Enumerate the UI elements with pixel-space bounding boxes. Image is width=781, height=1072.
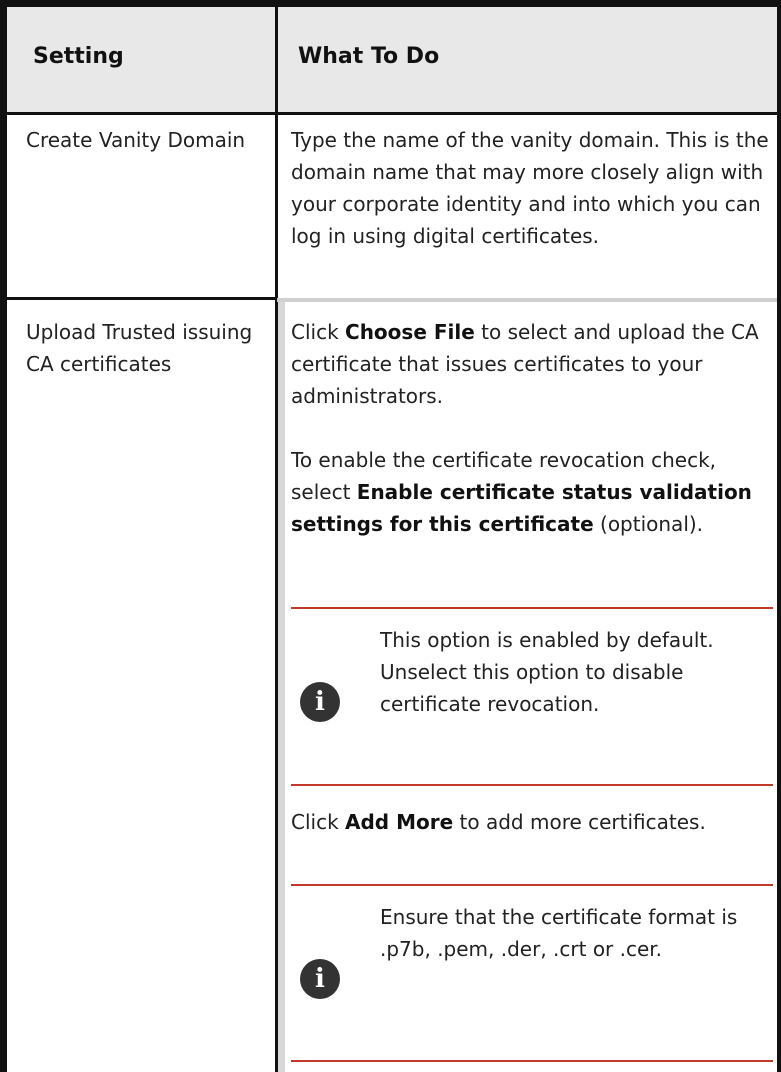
table-border-right bbox=[777, 7, 781, 1072]
settings-table: Setting What To Do Create Vanity Domain … bbox=[0, 0, 781, 1072]
para-text: Click bbox=[291, 320, 346, 344]
column-divider bbox=[275, 7, 278, 299]
column-divider bbox=[275, 299, 278, 1072]
table-header-row: Setting What To Do bbox=[7, 7, 777, 114]
row2-setting: Upload Trusted issuing CA certificates bbox=[26, 320, 253, 376]
table-border-left bbox=[0, 0, 7, 1072]
ui-label-add-more: Add More bbox=[345, 810, 454, 834]
info-icon: i bbox=[300, 959, 340, 999]
row2-para-enable-validation: To enable the certificate revocation che… bbox=[291, 444, 771, 540]
note-rule-bottom bbox=[291, 784, 773, 786]
note-rule-top bbox=[291, 607, 773, 609]
header-divider bbox=[7, 112, 777, 115]
para-text: Click bbox=[291, 810, 346, 834]
table-border-top bbox=[0, 0, 781, 7]
para-text: (optional). bbox=[593, 512, 704, 536]
row1-setting: Create Vanity Domain bbox=[26, 128, 246, 152]
column-divider-shade bbox=[278, 299, 285, 1072]
info-icon: i bbox=[300, 682, 340, 722]
row-divider-shade bbox=[277, 298, 777, 302]
note-rule-top bbox=[291, 884, 773, 886]
row2-para-choose-file: Click Choose File to select and upload t… bbox=[291, 316, 771, 412]
row2-para-add-more: Click Add More to add more certificates. bbox=[291, 806, 771, 838]
header-setting: Setting bbox=[33, 44, 124, 69]
para-text: to add more certificates. bbox=[453, 810, 706, 834]
note-enabled-default: This option is enabled by default. Unsel… bbox=[380, 628, 714, 716]
row1-what-to-do: Type the name of the vanity domain. This… bbox=[291, 128, 769, 248]
note-rule-bottom bbox=[291, 1060, 773, 1062]
header-what-to-do: What To Do bbox=[298, 44, 440, 69]
ui-label-choose-file: Choose File bbox=[345, 320, 475, 344]
row-divider bbox=[7, 297, 277, 300]
note-cert-format: Ensure that the certificate format is .p… bbox=[380, 905, 738, 961]
